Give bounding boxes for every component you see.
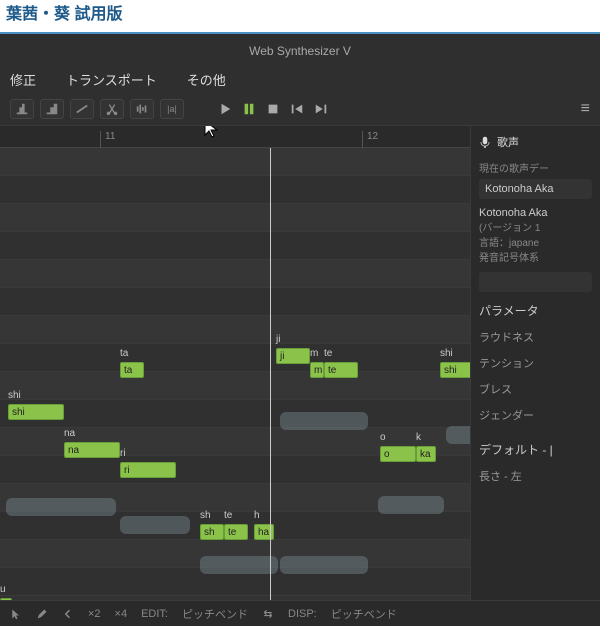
note-lyric: u [0,584,6,595]
param-gender[interactable]: ジェンダー [479,407,592,423]
waveform [280,556,368,574]
pause-icon[interactable] [240,100,258,118]
note[interactable]: shi [440,362,470,378]
menu-bar: 修正 トランスポート その他 [0,66,600,93]
params-header: パラメータ [479,302,592,319]
db-field[interactable] [479,272,592,292]
note[interactable]: o [380,446,416,462]
zoom-x2[interactable]: ×2 [88,608,101,620]
menu-other[interactable]: その他 [187,70,226,89]
note[interactable]: m [310,362,324,378]
workspace: 11 12 uushishinanatataririshshtetehhajij… [0,126,600,600]
pointer-tool-icon[interactable] [10,608,22,620]
app-window: Web Synthesizer V 修正 トランスポート その他 |a| ≡ 1… [0,34,600,626]
param-loudness[interactable]: ラウドネス [479,329,592,345]
page-header: 葉茜・葵 試用版 [0,0,600,34]
chevron-left-icon[interactable] [62,608,74,620]
note-lyric: ta [120,348,128,359]
param-tension[interactable]: テンション [479,355,592,371]
ruler-tick: 12 [362,131,378,148]
tool-lyric-icon[interactable]: |a| [160,99,184,119]
zoom-x4[interactable]: ×4 [115,608,128,620]
tool-step-1-icon[interactable] [10,99,34,119]
edit-mode[interactable]: ピッチベンド [182,606,248,622]
tool-cut-icon[interactable] [100,99,124,119]
note-lyric: h [254,510,260,521]
note-lyric: te [224,510,232,521]
current-voice-label: 現在の歌声デー [479,160,592,175]
waveform [6,498,116,516]
mic-icon [479,136,491,148]
current-voice-select[interactable]: Kotonoha Aka [479,179,592,199]
note[interactable]: shi [8,404,64,420]
tool-line-icon[interactable] [70,99,94,119]
waveform [378,496,444,514]
ruler[interactable]: 11 12 [0,126,470,148]
swap-icon[interactable] [262,608,274,620]
footer-bar: ×2 ×4 EDIT: ピッチベンド DISP: ピッチベンド [0,600,600,626]
menu-transport[interactable]: トランスポート [66,70,157,89]
note-lyric: na [64,428,75,439]
note-lyric: shi [8,390,21,401]
param-breath[interactable]: ブレス [479,381,592,397]
db-lang: 言語：japane [479,234,592,249]
rewind-icon[interactable] [288,100,306,118]
note-lyric: te [324,348,332,359]
waveform [200,556,278,574]
db-name: Kotonoha Aka [479,207,592,219]
play-icon[interactable] [216,100,234,118]
length-left[interactable]: 長さ - 左 [479,468,592,484]
note[interactable]: ji [276,348,310,364]
note[interactable]: ri [120,462,176,478]
tool-step-2-icon[interactable] [40,99,64,119]
pencil-tool-icon[interactable] [36,608,48,620]
note[interactable]: sh [200,524,224,540]
note-lyric: sh [200,510,211,521]
waveform [120,516,190,534]
disp-label: DISP: [288,608,317,620]
note[interactable]: ha [254,524,274,540]
note[interactable]: te [224,524,248,540]
app-title: Web Synthesizer V [0,34,600,66]
side-panel: 歌声 現在の歌声デー Kotonoha Aka Kotonoha Aka (バー… [470,126,600,600]
note[interactable]: na [64,442,120,458]
playhead[interactable] [270,126,271,600]
note-lyric: k [416,432,421,443]
note-lyric: o [380,432,386,443]
menu-icon[interactable]: ≡ [581,100,590,118]
note[interactable]: ka [416,446,436,462]
waveform [446,426,470,444]
db-version: (バージョン 1 [479,219,592,234]
stop-icon[interactable] [264,100,282,118]
note[interactable]: te [324,362,358,378]
toolbar: |a| ≡ [0,93,600,126]
piano-roll[interactable]: 11 12 uushishinanatataririshshtetehhajij… [0,126,470,600]
menu-edit[interactable]: 修正 [10,70,36,89]
tool-wave-icon[interactable] [130,99,154,119]
db-phoneme: 発音記号体系 [479,249,592,264]
forward-icon[interactable] [312,100,330,118]
note-lyric: shi [440,348,453,359]
note-lyric: m [310,348,318,359]
disp-mode[interactable]: ピッチベンド [331,606,397,622]
voice-header: 歌声 [479,134,592,150]
note-lyric: ri [120,448,126,459]
default-header: デフォルト - | [479,441,592,458]
waveform [280,412,368,430]
note-lyric: ji [276,334,280,345]
edit-label: EDIT: [141,608,168,620]
ruler-tick: 11 [100,131,115,148]
note[interactable]: ta [120,362,144,378]
page-title: 葉茜・葵 試用版 [6,6,122,23]
